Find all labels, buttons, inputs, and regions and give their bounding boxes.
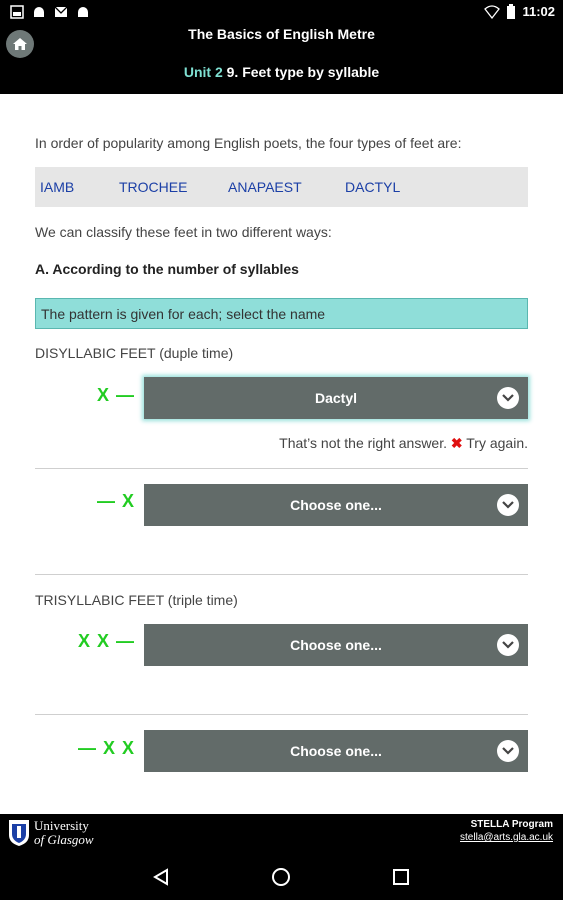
wifi-icon	[484, 4, 501, 19]
crest-icon	[9, 820, 29, 846]
home-nav-button[interactable]	[270, 866, 292, 888]
chevron-down-icon	[497, 387, 519, 409]
chevron-down-icon	[497, 494, 519, 516]
trisyllabic-label: TRISYLLABIC FEET (triple time)	[35, 592, 238, 608]
foot-trochee[interactable]: TROCHEE	[119, 179, 187, 195]
chevron-down-icon	[497, 634, 519, 656]
pattern-q4: — X X	[77, 738, 135, 758]
divider	[35, 468, 528, 469]
pattern-q1: X —	[96, 385, 135, 405]
answer-select-q3[interactable]: Choose one...	[144, 624, 528, 666]
system-nav-bar	[0, 854, 563, 900]
divider	[35, 574, 528, 575]
university-logo[interactable]: University of Glasgow	[8, 819, 94, 847]
pattern-q2: — X	[96, 491, 135, 511]
section-a-heading: A. According to the number of syllables	[35, 261, 299, 277]
recents-button[interactable]	[390, 866, 412, 888]
android-icon	[34, 7, 44, 17]
disyllabic-label: DISYLLABIC FEET (duple time)	[35, 345, 234, 361]
answer-select-q2[interactable]: Choose one...	[144, 484, 528, 526]
clock: 11:02	[522, 4, 555, 19]
feedback-text: That’s not the right answer.	[279, 435, 447, 451]
answer-select-q1[interactable]: Dactyl	[144, 377, 528, 419]
answer-select-q4[interactable]: Choose one...	[144, 730, 528, 772]
feedback-message: That’s not the right answer. ✖ Try again…	[279, 435, 528, 452]
mail-icon	[54, 6, 68, 17]
select-value: Choose one...	[290, 743, 382, 759]
select-value: Choose one...	[290, 497, 382, 513]
select-value: Choose one...	[290, 637, 382, 653]
back-icon	[153, 868, 168, 886]
stella-info: STELLA Program stella@arts.gla.ac.uk	[460, 818, 553, 844]
unit-label: Unit 2	[183, 64, 223, 80]
chevron-down-icon	[497, 740, 519, 762]
back-button[interactable]	[150, 866, 172, 888]
foot-iamb[interactable]: IAMB	[40, 179, 74, 195]
retry-text: Try again.	[466, 435, 528, 451]
app-title: The Basics of English Metre	[188, 26, 375, 42]
university-name-line2: of Glasgow	[34, 832, 94, 847]
footer: University of Glasgow STELLA Program ste…	[0, 814, 563, 854]
email-link[interactable]: stella@arts.gla.ac.uk	[460, 831, 553, 844]
circle-home-icon	[272, 868, 290, 886]
page-subtitle: 9. Feet type by syllable	[226, 64, 380, 80]
app-header: The Basics of English Metre Unit 2 9. Fe…	[0, 24, 563, 94]
recents-icon	[393, 869, 409, 885]
instruction-box: The pattern is given for each; select th…	[35, 298, 528, 329]
image-icon	[10, 5, 24, 19]
wrong-icon: ✖	[450, 435, 463, 451]
main-content: In order of popularity among English poe…	[0, 94, 563, 814]
classify-text: We can classify these feet in two differ…	[35, 224, 332, 240]
divider	[35, 714, 528, 715]
foot-anapaest[interactable]: ANAPAEST	[228, 179, 302, 195]
feet-list: IAMB TROCHEE ANAPAEST DACTYL	[35, 167, 528, 207]
program-name: STELLA Program	[470, 819, 553, 830]
intro-text: In order of popularity among English poe…	[35, 135, 462, 151]
select-value: Dactyl	[314, 390, 358, 406]
pattern-q3: X X —	[77, 631, 135, 651]
status-bar: 11:02	[0, 0, 563, 24]
page-title: Unit 2 9. Feet type by syllable	[0, 64, 563, 80]
battery-icon	[507, 4, 516, 19]
android-icon	[78, 7, 88, 17]
university-name-line1: University	[34, 818, 89, 833]
foot-dactyl[interactable]: DACTYL	[345, 179, 400, 195]
